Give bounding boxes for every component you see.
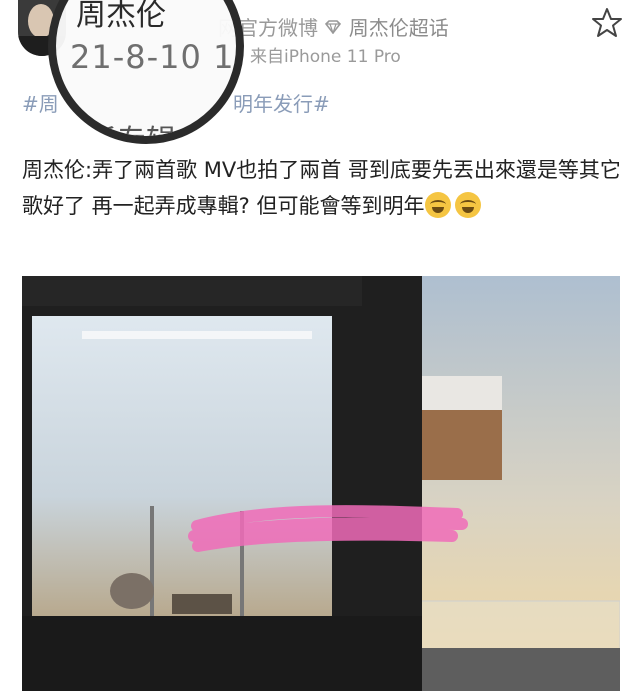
post-source: 网官方微博 周杰伦超话 <box>218 12 449 41</box>
magnified-hashtag: 新专辑 <box>86 124 176 144</box>
glass-window <box>32 316 332 616</box>
supertopic-icon <box>324 16 348 40</box>
balcony-railing <box>416 600 620 652</box>
balcony-floor <box>417 648 620 691</box>
window-sill <box>22 616 422 691</box>
magnified-username: 周杰伦 <box>76 0 166 33</box>
magnified-date: 21-8-10 1 <box>70 38 235 76</box>
pink-scribble <box>188 505 468 552</box>
post-body: 周杰伦:弄了兩首歌 MV也拍了兩首 哥到底要先丟出來還是等其它歌好了 再一起弄成… <box>22 152 622 224</box>
building-top <box>22 276 362 306</box>
photo-illustration <box>22 276 620 691</box>
supertopic-link[interactable]: 周杰伦超话 <box>349 16 449 40</box>
laugh-cry-emoji <box>454 192 481 218</box>
hashtag-prefix[interactable]: #周 <box>22 88 59 117</box>
star-icon <box>592 8 622 37</box>
magnifier-overlay: 周杰伦 21-8-10 1 新专辑 <box>48 0 244 144</box>
device-label: 来自iPhone 11 Pro <box>250 47 401 67</box>
hashtag-suffix[interactable]: 明年发行# <box>233 88 330 117</box>
window-ceiling-light <box>82 331 312 339</box>
person-silhouette <box>110 573 154 609</box>
favorite-star-button[interactable] <box>590 6 624 40</box>
interior-furniture <box>172 594 232 614</box>
laugh-cry-emoji <box>424 192 451 218</box>
post-photo[interactable] <box>22 276 620 691</box>
post-body-text: 周杰伦:弄了兩首歌 MV也拍了兩首 哥到底要先丟出來還是等其它歌好了 再一起弄成… <box>22 158 621 218</box>
